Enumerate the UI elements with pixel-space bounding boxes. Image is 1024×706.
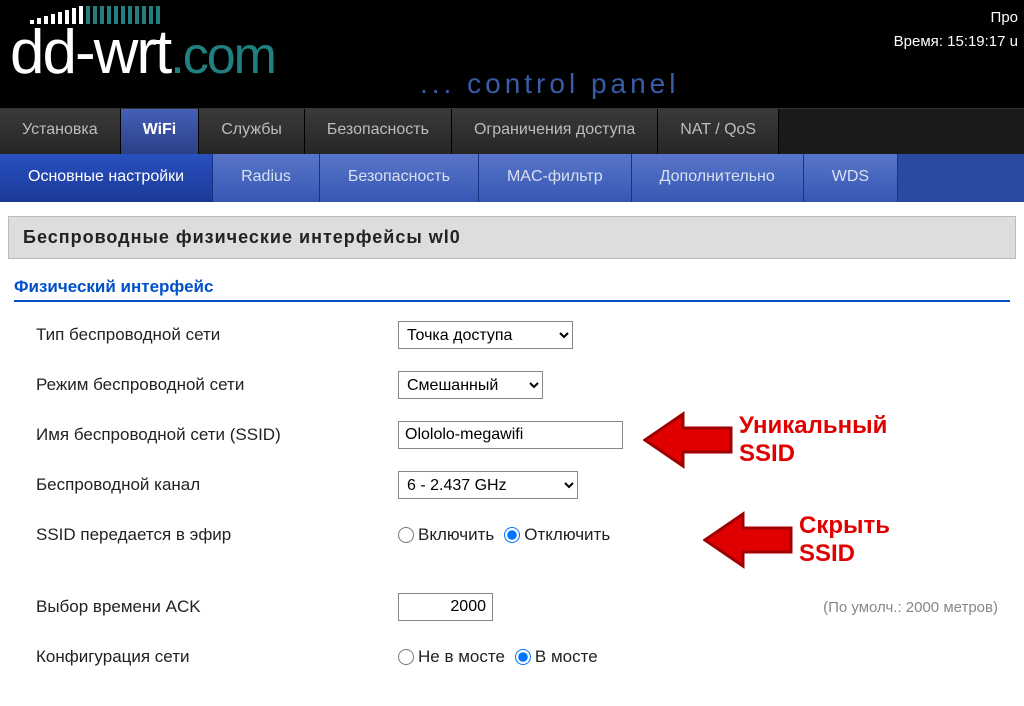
row-wireless-type: Тип беспроводной сети Точка доступа [8,320,1016,350]
subtab-advanced[interactable]: Дополнительно [632,154,804,202]
radio-bridge-on-wrap[interactable]: В мосте [515,647,598,667]
header-status-1: Про [894,6,1018,30]
radio-bridge-off-wrap[interactable]: Не в мосте [398,647,505,667]
input-ack[interactable] [398,593,493,621]
select-wireless-type[interactable]: Точка доступа [398,321,573,349]
arrow-left-icon [703,508,793,572]
tab-setup[interactable]: Установка [0,109,121,154]
row-wireless-mode: Режим беспроводной сети Смешанный [8,370,1016,400]
row-channel: Беспроводной канал 6 - 2.437 GHz [8,470,1016,500]
sub-tabs: Основные настройки Radius Безопасность M… [0,154,1024,202]
select-channel[interactable]: 6 - 2.437 GHz [398,471,578,499]
radio-broadcast-off-label: Отключить [524,525,610,545]
radio-broadcast-off[interactable] [504,527,520,543]
label-netconfig: Конфигурация сети [8,647,398,667]
content: Беспроводные физические интерфейсы wl0 Ф… [0,202,1024,706]
label-broadcast: SSID передается в эфир [8,525,398,545]
row-broadcast: SSID передается в эфир Включить Отключит… [8,520,1016,550]
tab-security[interactable]: Безопасность [305,109,452,154]
hint-ack: (По умолч.: 2000 метров) [823,599,998,616]
annotation-hide-ssid-text: Скрыть SSID [799,512,890,567]
control-panel-label: ... control panel [420,68,679,100]
subtab-radius[interactable]: Radius [213,154,320,202]
label-wireless-type: Тип беспроводной сети [8,325,398,345]
header-status-time: Время: 15:19:17 u [894,30,1018,54]
radio-broadcast-on[interactable] [398,527,414,543]
annotation-unique-ssid-text: Уникальный SSID [739,412,887,467]
radio-bridge-off-label: Не в мосте [418,647,505,667]
tab-wifi[interactable]: WiFi [121,109,200,154]
row-ack: Выбор времени ACK (По умолч.: 2000 метро… [8,592,1016,622]
input-ssid[interactable] [398,421,623,449]
logo: dd-wrt.com [10,22,275,84]
tab-access[interactable]: Ограничения доступа [452,109,658,154]
annotation-unique-ssid: Уникальный SSID [643,408,887,472]
header: dd-wrt.com ... control panel Про Время: … [0,0,1024,108]
tab-services[interactable]: Службы [199,109,305,154]
radio-broadcast-on-wrap[interactable]: Включить [398,525,494,545]
row-netconfig: Конфигурация сети Не в мосте В мосте [8,642,1016,672]
section-title: Беспроводные физические интерфейсы wl0 [8,216,1016,259]
logo-com: .com [170,27,275,85]
select-wireless-mode[interactable]: Смешанный [398,371,543,399]
subtab-mac[interactable]: MAC-фильтр [479,154,632,202]
radio-broadcast-off-wrap[interactable]: Отключить [504,525,610,545]
header-status: Про Время: 15:19:17 u [894,6,1018,54]
logo-text: dd-wrt [10,18,170,87]
section-subtitle: Физический интерфейс [14,277,1010,302]
label-channel: Беспроводной канал [8,475,398,495]
subtab-basic[interactable]: Основные настройки [0,154,213,202]
radio-bridge-off[interactable] [398,649,414,665]
tab-natqos[interactable]: NAT / QoS [658,109,779,154]
radio-bridge-on[interactable] [515,649,531,665]
subtab-wds[interactable]: WDS [804,154,898,202]
radio-bridge-on-label: В мосте [535,647,598,667]
label-ack: Выбор времени ACK [8,597,398,617]
row-ssid: Имя беспроводной сети (SSID) Уникальный … [8,420,1016,450]
subtab-security[interactable]: Безопасность [320,154,479,202]
label-wireless-mode: Режим беспроводной сети [8,375,398,395]
radio-broadcast-on-label: Включить [418,525,494,545]
annotation-hide-ssid: Скрыть SSID [703,508,890,572]
arrow-left-icon [643,408,733,472]
main-tabs: Установка WiFi Службы Безопасность Огран… [0,108,1024,154]
label-ssid: Имя беспроводной сети (SSID) [8,425,398,445]
